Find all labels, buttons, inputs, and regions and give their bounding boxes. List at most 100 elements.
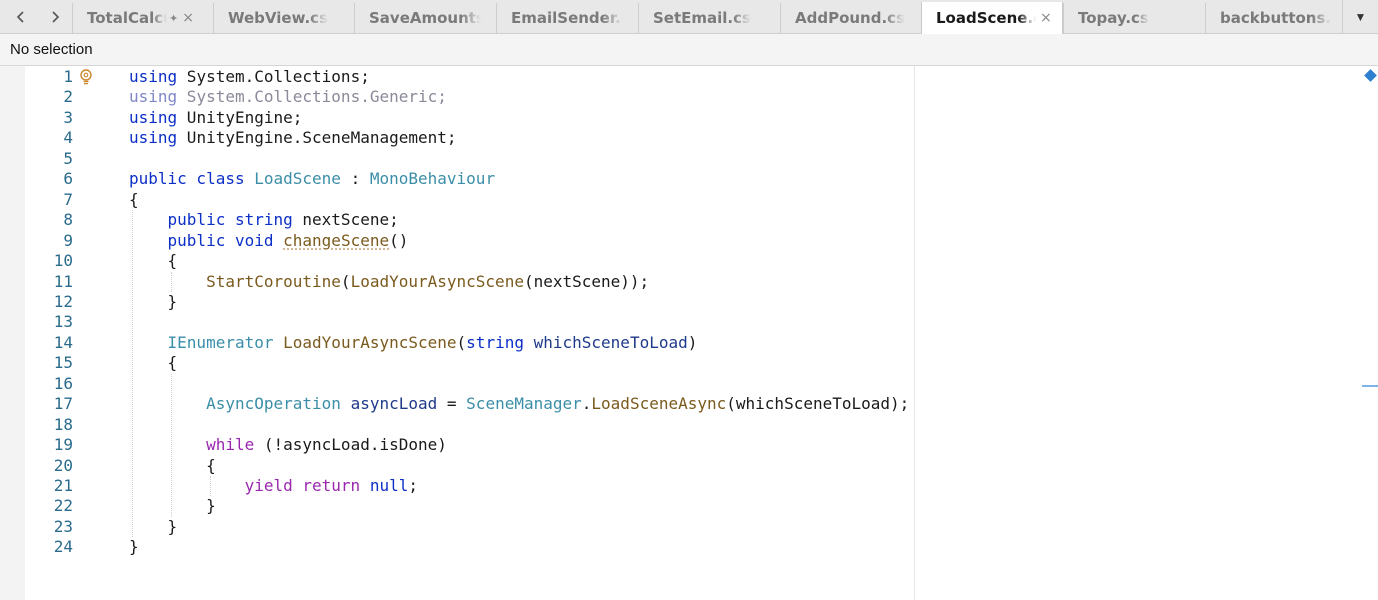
code-line[interactable]: 8 public string nextScene; bbox=[0, 210, 1360, 230]
code-token: = bbox=[437, 394, 467, 414]
code-token: } bbox=[129, 496, 216, 516]
code-line[interactable]: 15 { bbox=[0, 353, 1360, 373]
lightbulb-icon[interactable] bbox=[79, 69, 93, 85]
code-line[interactable]: 3 using UnityEngine; bbox=[0, 108, 1360, 128]
tab-webview[interactable]: WebView.cs bbox=[213, 3, 353, 33]
line-number: 20 bbox=[53, 455, 73, 475]
code-text: public class LoadScene : MonoBehaviour bbox=[129, 169, 495, 189]
pin-icon[interactable]: ✦ bbox=[169, 12, 178, 25]
code-line[interactable]: 18 bbox=[0, 415, 1360, 435]
line-number: 21 bbox=[53, 476, 73, 495]
code-line[interactable]: 10 { bbox=[0, 251, 1360, 271]
tab-label: backbuttons.cs bbox=[1220, 9, 1332, 27]
tab-addpound[interactable]: AddPound.cs bbox=[780, 3, 920, 33]
line-number: 16 bbox=[53, 373, 73, 393]
code-line[interactable]: 13 bbox=[0, 312, 1360, 332]
code-line[interactable]: 22 } bbox=[0, 496, 1360, 516]
code-line[interactable]: 24} bbox=[0, 537, 1360, 557]
indent-guide bbox=[132, 210, 133, 538]
line-number: 14 bbox=[53, 332, 73, 352]
code-token: using bbox=[129, 67, 178, 86]
line-number: 7 bbox=[63, 189, 73, 209]
code-line[interactable]: 23 } bbox=[0, 517, 1360, 537]
line-number: 11 bbox=[53, 271, 73, 291]
code-line[interactable]: 19 while (!asyncLoad.isDone) bbox=[0, 435, 1360, 455]
code-line[interactable]: 20 { bbox=[0, 456, 1360, 476]
code-text: while (!asyncLoad.isDone) bbox=[129, 435, 447, 455]
tab-label: LoadScene.cs bbox=[936, 9, 1036, 27]
line-number: 6 bbox=[63, 169, 73, 189]
tab-topay[interactable]: Topay.cs bbox=[1063, 3, 1203, 33]
code-token: LoadSceneAsync bbox=[591, 394, 727, 414]
code-line[interactable]: 21 yield return null; bbox=[0, 476, 1360, 496]
tab-loadscene[interactable]: LoadScene.cs × bbox=[921, 2, 1063, 34]
code-token: using bbox=[129, 107, 178, 127]
code-line[interactable]: 17 AsyncOperation asyncLoad = SceneManag… bbox=[0, 394, 1360, 414]
code-token: ; bbox=[408, 476, 418, 495]
selection-status-text: No selection bbox=[10, 41, 93, 58]
line-number: 2 bbox=[63, 87, 73, 107]
code-token: { bbox=[129, 251, 178, 271]
breakpoint-marker-icon[interactable] bbox=[1364, 69, 1377, 82]
tab-saveamounts[interactable]: SaveAmounts.cs bbox=[354, 3, 494, 33]
code-line[interactable]: 12 } bbox=[0, 292, 1360, 312]
code-line[interactable]: 6 public class LoadScene : MonoBehaviour bbox=[0, 169, 1360, 189]
line-number: 22 bbox=[53, 496, 73, 516]
chevron-down-icon[interactable]: ▼ bbox=[1342, 0, 1378, 33]
code-token: using bbox=[129, 128, 178, 148]
code-line[interactable]: 1 using System.Collections; bbox=[0, 67, 1360, 87]
line-number: 18 bbox=[53, 414, 73, 434]
code-text: { bbox=[129, 190, 139, 210]
line-number: 19 bbox=[53, 435, 73, 455]
code-token: ( bbox=[456, 332, 467, 352]
chevron-left-icon[interactable] bbox=[4, 0, 38, 33]
code-token: : bbox=[340, 169, 370, 189]
tab-label: EmailSender.cs bbox=[511, 9, 623, 27]
code-token: LoadYourAsyncScene bbox=[283, 332, 457, 352]
code-line[interactable]: 4 using UnityEngine.SceneManagement; bbox=[0, 128, 1360, 148]
tab-label: SetEmail.cs bbox=[653, 9, 751, 27]
code-text: } bbox=[129, 292, 178, 312]
code-token: AsyncOperation bbox=[206, 394, 341, 414]
code-text: using System.Collections.Generic; bbox=[129, 87, 447, 107]
code-line[interactable]: 2 using System.Collections.Generic; bbox=[0, 87, 1360, 107]
code-token: public class bbox=[129, 169, 245, 189]
code-token: LoadScene bbox=[254, 169, 341, 189]
code-line[interactable]: 14 IEnumerator LoadYourAsyncScene(string… bbox=[0, 333, 1360, 353]
close-icon[interactable]: × bbox=[1040, 10, 1052, 26]
code-token: string bbox=[466, 332, 524, 352]
close-icon[interactable]: × bbox=[182, 10, 194, 26]
line-number: 9 bbox=[63, 230, 73, 250]
indent-guide bbox=[171, 271, 172, 292]
tab-label: Topay.cs bbox=[1078, 9, 1149, 27]
code-token: using bbox=[129, 87, 178, 107]
code-line[interactable]: 7{ bbox=[0, 190, 1360, 210]
code-text: using UnityEngine.SceneManagement; bbox=[129, 128, 457, 148]
code-line[interactable]: 9 public void changeScene() bbox=[0, 231, 1360, 251]
tab-totalcalculator[interactable]: TotalCalculator.cs ✦ × bbox=[72, 3, 212, 33]
tab-backbuttons[interactable]: backbuttons.cs bbox=[1205, 3, 1342, 33]
code-line[interactable]: 5 bbox=[0, 149, 1360, 169]
code-token: yield return bbox=[244, 476, 361, 495]
code-line[interactable]: 11 StartCoroutine(LoadYourAsyncScene(nex… bbox=[0, 272, 1360, 292]
tab-setemail[interactable]: SetEmail.cs bbox=[638, 3, 778, 33]
selection-status: No selection bbox=[0, 34, 1378, 66]
code-token: System.Collections.Generic; bbox=[177, 87, 447, 107]
code-text: { bbox=[129, 251, 178, 271]
line-number: 15 bbox=[53, 353, 73, 373]
line-number: 17 bbox=[53, 394, 73, 414]
chevron-right-icon[interactable] bbox=[38, 0, 72, 33]
line-number: 8 bbox=[63, 210, 73, 230]
line-number: 1 bbox=[63, 67, 73, 86]
code-line[interactable]: 16 bbox=[0, 374, 1360, 394]
code-editor[interactable]: 1 using System.Collections; 2 using System.… bbox=[0, 66, 1378, 600]
code-token: (nextScene)); bbox=[523, 271, 650, 291]
tab-emailsender[interactable]: EmailSender.cs bbox=[496, 3, 636, 33]
line-number: 5 bbox=[63, 148, 73, 168]
